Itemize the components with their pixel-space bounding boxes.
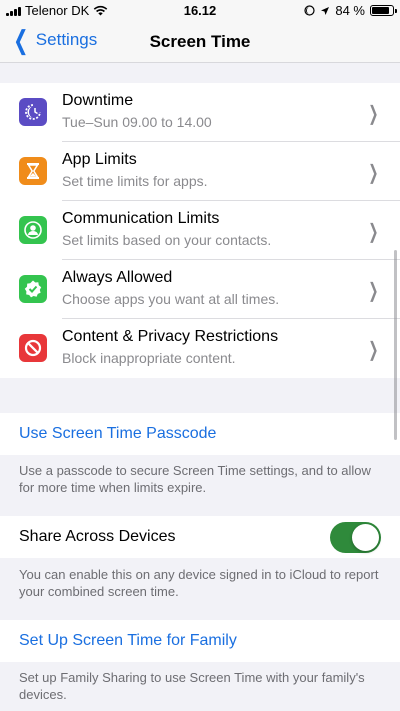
always-allowed-title: Always Allowed <box>62 269 173 286</box>
location-icon <box>321 6 330 15</box>
moon-clock-icon <box>19 98 47 126</box>
list-item-downtime[interactable]: Downtime Tue–Sun 09.00 to 14.00 ❯ <box>0 83 400 142</box>
use-passcode-label: Use Screen Time Passcode <box>19 425 217 442</box>
setup-family-button[interactable]: Set Up Screen Time for Family <box>0 620 400 662</box>
downtime-title: Downtime <box>62 92 134 109</box>
list-item-communication-limits[interactable]: Communication Limits Set limits based on… <box>0 201 400 260</box>
use-passcode-button[interactable]: Use Screen Time Passcode <box>0 413 400 455</box>
status-bar: Telenor DK 16.12 84 % <box>0 0 400 22</box>
communication-limits-title: Communication Limits <box>62 210 220 227</box>
share-footnote: You can enable this on any device signed… <box>19 567 379 599</box>
nav-divider <box>0 62 400 63</box>
nav-bar: ❮ Settings Screen Time <box>0 22 400 62</box>
app-limits-subtitle: Set time limits for apps. <box>62 173 208 189</box>
list-item-always-allowed[interactable]: Always Allowed Choose apps you want at a… <box>0 260 400 319</box>
chevron-right-icon: ❯ <box>368 103 379 125</box>
share-across-devices-row: Share Across Devices <box>0 516 400 558</box>
battery-percent: 84 % <box>335 3 365 18</box>
share-across-devices-label: Share Across Devices <box>19 528 176 545</box>
passcode-footnote: Use a passcode to secure Screen Time set… <box>19 463 371 495</box>
app-limits-title: App Limits <box>62 151 137 168</box>
chevron-right-icon: ❯ <box>368 162 379 184</box>
content-privacy-title: Content & Privacy Restrictions <box>62 328 279 345</box>
chevron-right-icon: ❯ <box>368 280 379 302</box>
list-item-app-limits[interactable]: App Limits Set time limits for apps. ❯ <box>0 142 400 201</box>
hourglass-icon <box>19 157 47 185</box>
list-item-content-privacy[interactable]: Content & Privacy Restrictions Block ina… <box>0 319 400 378</box>
checkmark-badge-icon <box>19 275 47 303</box>
battery-icon <box>370 5 397 16</box>
toggle-knob <box>352 524 379 551</box>
always-allowed-subtitle: Choose apps you want at all times. <box>62 291 280 307</box>
setup-family-label: Set Up Screen Time for Family <box>19 632 237 649</box>
battery-fill <box>372 7 389 14</box>
status-right: 84 % <box>304 3 397 18</box>
no-entry-icon <box>19 334 47 362</box>
downtime-subtitle: Tue–Sun 09.00 to 14.00 <box>62 114 212 130</box>
page-title: Screen Time <box>149 32 251 51</box>
screen-time-settings-group: Downtime Tue–Sun 09.00 to 14.00 ❯ App Li… <box>0 83 400 378</box>
share-across-devices-toggle[interactable] <box>330 522 381 553</box>
chevron-right-icon: ❯ <box>368 339 379 361</box>
person-circle-icon <box>19 216 47 244</box>
communication-limits-subtitle: Set limits based on your contacts. <box>62 232 272 248</box>
family-footnote: Set up Family Sharing to use Screen Time… <box>19 670 365 702</box>
scrollbar[interactable] <box>394 250 397 440</box>
chevron-right-icon: ❯ <box>368 221 379 243</box>
moon-icon <box>304 5 315 16</box>
content-privacy-subtitle: Block inappropriate content. <box>62 350 236 366</box>
